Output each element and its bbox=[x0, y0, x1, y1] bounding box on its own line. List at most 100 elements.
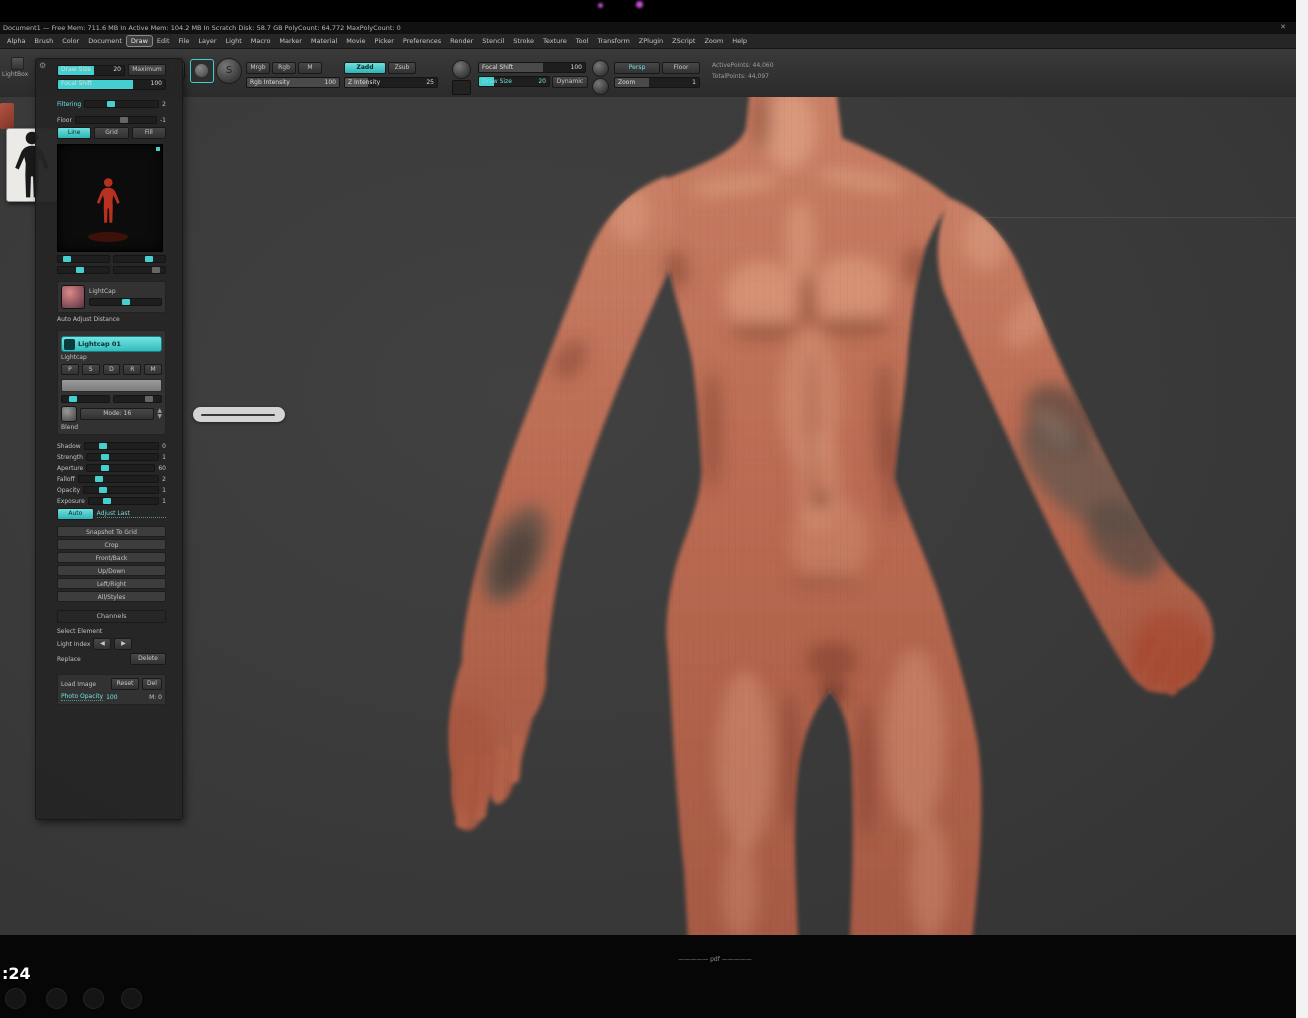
lightcap-slider[interactable] bbox=[84, 442, 159, 450]
dynamic-button[interactable]: Dynamic bbox=[552, 76, 588, 88]
menu-item[interactable]: Material bbox=[307, 36, 341, 46]
floor-slider[interactable] bbox=[75, 116, 157, 124]
menu-item[interactable]: Zoom bbox=[700, 36, 727, 46]
preview-slider[interactable] bbox=[57, 266, 110, 274]
zoom-slider[interactable]: Zoom1 bbox=[614, 77, 700, 88]
player-button[interactable] bbox=[46, 988, 67, 1009]
lightbox-thumbnail[interactable] bbox=[0, 103, 14, 129]
mode-button[interactable]: Fill bbox=[132, 127, 166, 139]
menu-item[interactable]: Movie bbox=[342, 36, 369, 46]
mini-slider[interactable] bbox=[113, 395, 162, 403]
stroke-picker-icon[interactable] bbox=[452, 60, 471, 79]
menu-item[interactable]: ZPlugin bbox=[635, 36, 667, 46]
chip-button[interactable]: M bbox=[144, 364, 162, 375]
del-button[interactable]: Del bbox=[142, 678, 162, 690]
menu-item[interactable]: Brush bbox=[30, 36, 57, 46]
chip-button[interactable]: R bbox=[123, 364, 141, 375]
nav-gizmo-icon[interactable] bbox=[592, 60, 609, 77]
lightcap-slider-row[interactable]: Strength 1 bbox=[57, 453, 166, 461]
lightcap-slider[interactable] bbox=[88, 497, 159, 505]
paint-mode-button[interactable]: Rgb bbox=[272, 62, 296, 74]
z-intensity-slider[interactable]: Z Intensity25 bbox=[344, 77, 438, 88]
paint-mode-button[interactable]: Mrgb bbox=[246, 62, 270, 74]
menu-item[interactable]: Document bbox=[84, 36, 126, 46]
menu-item[interactable]: ZScript bbox=[668, 36, 699, 46]
chip-button[interactable]: D bbox=[103, 364, 121, 375]
focal-shift-slider[interactable]: Focal Shift100 bbox=[478, 62, 586, 73]
action-button[interactable]: Up/Down bbox=[57, 565, 166, 576]
lightcap-slider[interactable] bbox=[86, 453, 159, 461]
sculpt-viewport[interactable] bbox=[0, 97, 1296, 935]
next-arrow-button[interactable]: ▶ bbox=[114, 638, 132, 650]
nav-gizmo-icon[interactable] bbox=[592, 78, 609, 95]
menu-item[interactable]: Transform bbox=[593, 36, 633, 46]
zsub-button[interactable]: Zsub bbox=[388, 62, 416, 74]
menu-item[interactable]: Macro bbox=[247, 36, 275, 46]
action-button[interactable]: Front/Back bbox=[57, 552, 166, 563]
mode-button[interactable]: Line bbox=[57, 127, 91, 139]
perspective-button[interactable]: Persp bbox=[614, 62, 660, 74]
menu-item[interactable]: Edit bbox=[153, 36, 174, 46]
light-item-card[interactable]: LightCap bbox=[57, 281, 166, 313]
paint-mode-button[interactable]: M bbox=[298, 62, 322, 74]
delete-button[interactable]: Delete bbox=[130, 653, 166, 665]
lightcap-slider[interactable] bbox=[86, 464, 155, 472]
action-button[interactable]: Left/Right bbox=[57, 578, 166, 589]
lightcap-slider-row[interactable]: Aperture 60 bbox=[57, 464, 166, 472]
mode-16-button[interactable]: Mode: 16 bbox=[80, 408, 154, 420]
player-button[interactable] bbox=[121, 988, 142, 1009]
menu-item[interactable]: Stroke bbox=[509, 36, 538, 46]
gear-icon[interactable]: ⚙ bbox=[39, 61, 46, 70]
player-button[interactable] bbox=[5, 988, 26, 1009]
material-sphere-icon[interactable]: S bbox=[216, 58, 242, 84]
action-button[interactable]: Crop bbox=[57, 539, 166, 550]
adjust-last-link[interactable]: Adjust Last bbox=[97, 510, 166, 518]
prev-arrow-button[interactable]: ◀ bbox=[93, 638, 111, 650]
lightbox-button[interactable]: LightBox bbox=[2, 57, 32, 83]
menu-item[interactable]: Texture bbox=[539, 36, 571, 46]
player-button[interactable] bbox=[83, 988, 104, 1009]
menu-item[interactable]: Light bbox=[222, 36, 246, 46]
chip-button[interactable]: S bbox=[82, 364, 100, 375]
menu-item[interactable]: Marker bbox=[275, 36, 305, 46]
menu-item[interactable]: File bbox=[175, 36, 194, 46]
menu-item[interactable]: Stencil bbox=[478, 36, 508, 46]
auto-button[interactable]: Auto bbox=[57, 508, 94, 520]
preview-slider[interactable] bbox=[113, 266, 166, 274]
menu-item[interactable]: Color bbox=[58, 36, 83, 46]
lightcap-slider[interactable] bbox=[83, 486, 159, 494]
photo-opacity-label[interactable]: Photo Opacity bbox=[61, 693, 103, 701]
selected-item[interactable]: Lightcap 01 bbox=[61, 336, 162, 352]
filtering-slider[interactable] bbox=[84, 100, 159, 108]
rgb-intensity-slider[interactable]: Rgb Intensity100 bbox=[246, 77, 340, 88]
reset-button[interactable]: Reset bbox=[111, 678, 139, 690]
palette-focal-shift-slider[interactable]: Focal Shift100 bbox=[57, 79, 166, 90]
maximum-button[interactable]: Maximum bbox=[128, 64, 166, 76]
close-icon[interactable]: ✕ bbox=[1280, 23, 1286, 31]
brush-picker[interactable] bbox=[190, 59, 214, 83]
list-scrollbar[interactable] bbox=[61, 379, 162, 392]
action-button[interactable]: All/Styles bbox=[57, 591, 166, 602]
menu-item[interactable]: Draw bbox=[127, 36, 152, 46]
lightcap-slider-row[interactable]: Falloff 2 bbox=[57, 475, 166, 483]
stepper[interactable]: ▲▼ bbox=[157, 408, 162, 420]
lightcap-slider-row[interactable]: Shadow 0 bbox=[57, 442, 166, 450]
light-item-slider[interactable] bbox=[89, 298, 162, 306]
floor-button[interactable]: Floor bbox=[662, 62, 700, 74]
preview-slider[interactable] bbox=[113, 255, 166, 263]
menu-item[interactable]: Tool bbox=[572, 36, 593, 46]
sculpted-figure[interactable] bbox=[0, 97, 1296, 935]
menu-item[interactable]: Help bbox=[728, 36, 751, 46]
menu-item[interactable]: Render bbox=[446, 36, 477, 46]
lightcap-slider-row[interactable]: Opacity 1 bbox=[57, 486, 166, 494]
menu-item[interactable]: Layer bbox=[194, 36, 220, 46]
alpha-picker-icon[interactable] bbox=[452, 80, 471, 95]
menu-item[interactable]: Alpha bbox=[3, 36, 29, 46]
lightcap-slider[interactable] bbox=[78, 475, 159, 483]
draw-size-slider[interactable]: Draw Size20 bbox=[478, 76, 550, 87]
mode-button[interactable]: Grid bbox=[94, 127, 128, 139]
zadd-button[interactable]: Zadd bbox=[344, 62, 386, 74]
action-button[interactable]: Snapshot To Grid bbox=[57, 526, 166, 537]
lightcap-slider-row[interactable]: Exposure 1 bbox=[57, 497, 166, 505]
menu-item[interactable]: Picker bbox=[371, 36, 398, 46]
